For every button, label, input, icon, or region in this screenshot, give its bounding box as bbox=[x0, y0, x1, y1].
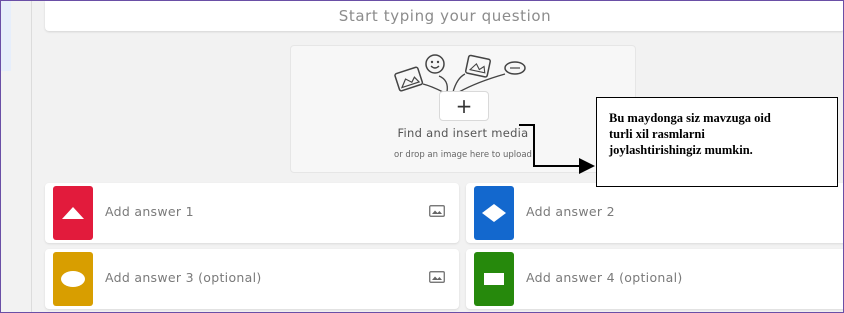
annotation-callout: Bu maydonga siz mavzuga oid turli xil ra… bbox=[596, 97, 838, 187]
callout-line-3: joylashtirishingiz mumkin. bbox=[609, 143, 753, 157]
callout-line-2: turli xil rasmlarni bbox=[609, 127, 705, 141]
quiz-editor-frame: + Find and insert media or drop an image… bbox=[0, 0, 844, 313]
callout-line-1: Bu maydonga siz mavzuga oid bbox=[609, 111, 771, 125]
